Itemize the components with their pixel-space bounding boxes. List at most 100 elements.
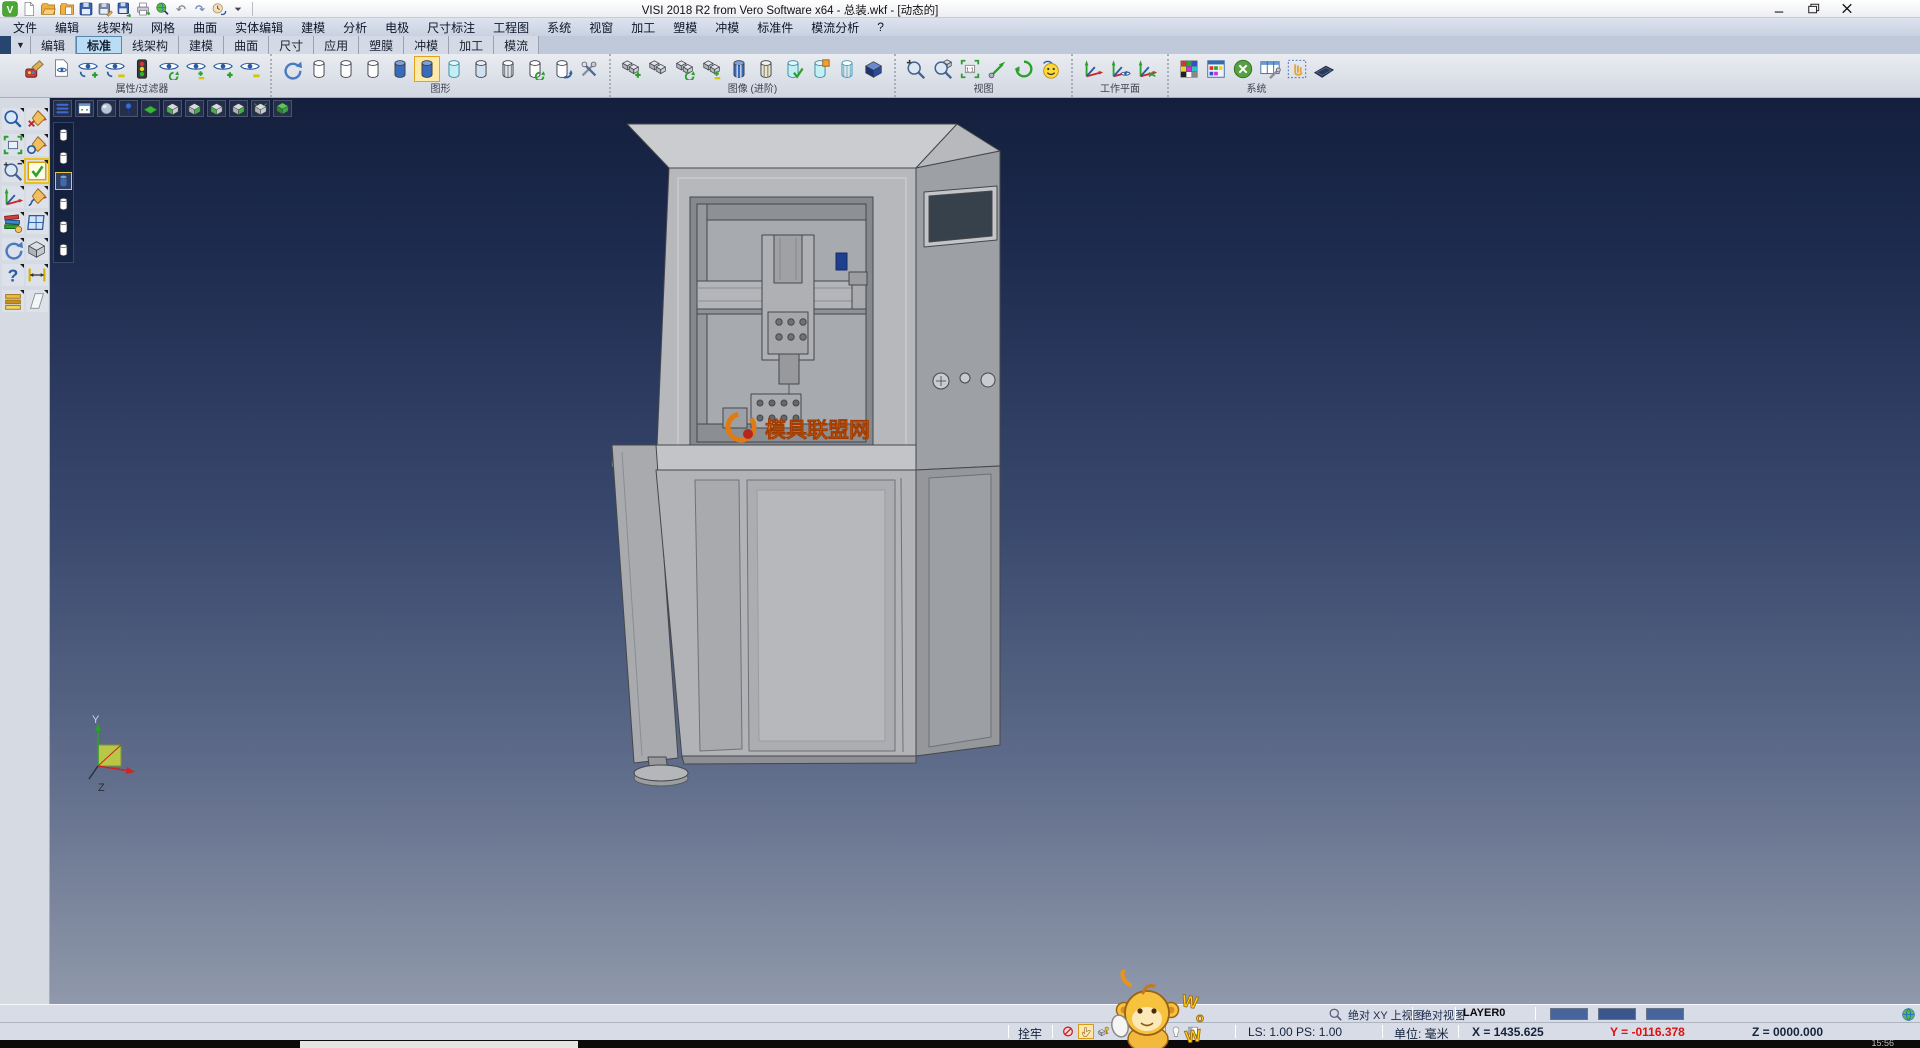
solid-tag-icon[interactable]: [807, 56, 833, 82]
menu-item-17[interactable]: 标准件: [748, 19, 802, 36]
solid-cube-icon[interactable]: [861, 56, 887, 82]
system-settings-icon[interactable]: [1230, 56, 1256, 82]
redraw-icon[interactable]: [279, 56, 305, 82]
erase-tool-icon[interactable]: [26, 108, 48, 130]
shaded-edges-view-icon[interactable]: [414, 56, 440, 82]
table-settings-icon[interactable]: [1257, 56, 1283, 82]
wireframe-view-icon[interactable]: [306, 56, 332, 82]
tab-7[interactable]: 应用: [314, 36, 359, 54]
layer-manager-icon[interactable]: [2, 212, 24, 234]
regen-solid-icon[interactable]: [522, 56, 548, 82]
tab-dropdown-button[interactable]: ▼: [11, 36, 31, 54]
help-tool-icon[interactable]: ?: [2, 264, 24, 286]
view-settings-icon[interactable]: [576, 56, 602, 82]
spline-tool-icon[interactable]: [26, 186, 48, 208]
attribute-change-icon[interactable]: [21, 56, 47, 82]
cnc-machine-model[interactable]: [612, 124, 1000, 786]
menu-item-14[interactable]: 加工: [622, 19, 664, 36]
close-button[interactable]: [1830, 0, 1864, 17]
ucs-axis-icon[interactable]: [2, 186, 24, 208]
menu-item-7[interactable]: 建模: [292, 19, 334, 36]
menu-item-3[interactable]: 线架构: [88, 19, 142, 36]
menu-item-12[interactable]: 系统: [538, 19, 580, 36]
tab-1[interactable]: 编辑: [31, 36, 76, 54]
os-taskbar[interactable]: 15:56: [0, 1040, 1920, 1048]
tab-11[interactable]: 模流: [494, 36, 539, 54]
selection-settings-icon[interactable]: [1284, 56, 1310, 82]
maximize-button[interactable]: [1796, 0, 1830, 17]
menu-item-6[interactable]: 实体编辑: [226, 19, 292, 36]
menu-item-11[interactable]: 工程图: [484, 19, 538, 36]
hidden-line-view-icon[interactable]: [333, 56, 359, 82]
sheet-icon[interactable]: [26, 290, 48, 312]
zoom-window-icon[interactable]: [930, 56, 956, 82]
menu-item-2[interactable]: 编辑: [46, 19, 88, 36]
modify-tool-icon[interactable]: [26, 134, 48, 156]
solid-preview-icon[interactable]: [26, 238, 48, 260]
workplane-icon[interactable]: [1080, 56, 1106, 82]
cad-scene[interactable]: 模具联盟网 Y Z: [50, 98, 1920, 1004]
hide-all-icon[interactable]: [237, 56, 263, 82]
filter-traffic-icon[interactable]: [129, 56, 155, 82]
show-hide-icon[interactable]: [183, 56, 209, 82]
adv-filter-icon[interactable]: [645, 56, 671, 82]
menu-item-1[interactable]: 文件: [4, 19, 46, 36]
pan-icon[interactable]: [984, 56, 1010, 82]
tab-5[interactable]: 曲面: [224, 36, 269, 54]
tab-4[interactable]: 建模: [179, 36, 224, 54]
solid-stripe-blue-icon[interactable]: [726, 56, 752, 82]
menu-item-19[interactable]: ?: [868, 20, 893, 34]
flat-view-icon[interactable]: [468, 56, 494, 82]
search-icon[interactable]: [1328, 1007, 1343, 1022]
snap-toggle-icon[interactable]: [1060, 1024, 1076, 1039]
menu-item-5[interactable]: 曲面: [184, 19, 226, 36]
regen-icon[interactable]: [2, 238, 24, 260]
tab-2[interactable]: 标准: [76, 36, 122, 54]
zoom-fit-icon[interactable]: 1:1: [957, 56, 983, 82]
adv-refresh-icon[interactable]: [672, 56, 698, 82]
copy-view-icon[interactable]: [549, 56, 575, 82]
menu-item-10[interactable]: 尺寸标注: [418, 19, 484, 36]
tab-3[interactable]: 线架构: [122, 36, 179, 54]
display-settings-icon[interactable]: [1203, 56, 1229, 82]
minimize-button[interactable]: [1762, 0, 1796, 17]
show-all-icon[interactable]: [210, 56, 236, 82]
tab-8[interactable]: 塑膜: [359, 36, 404, 54]
tab-10[interactable]: 加工: [449, 36, 494, 54]
view-mode-label[interactable]: 绝对视图: [1421, 1007, 1465, 1023]
color-swatch-3[interactable]: [1646, 1008, 1684, 1020]
color-swatch-1[interactable]: [1550, 1008, 1588, 1020]
zoom-in-icon[interactable]: [903, 56, 929, 82]
menu-item-16[interactable]: 冲模: [706, 19, 748, 36]
attribute-copy-icon[interactable]: [48, 56, 74, 82]
solid-stripe-icon[interactable]: [753, 56, 779, 82]
grid-settings-icon[interactable]: [1311, 56, 1337, 82]
fit-window-icon[interactable]: [2, 134, 24, 156]
zoom-tool-icon[interactable]: [2, 108, 24, 130]
solid-check-icon[interactable]: [780, 56, 806, 82]
tab-6[interactable]: 尺寸: [269, 36, 314, 54]
rotate-view-icon[interactable]: [1011, 56, 1037, 82]
translucent-view-icon[interactable]: [441, 56, 467, 82]
menu-item-15[interactable]: 塑模: [664, 19, 706, 36]
adv-show-hide-icon[interactable]: [699, 56, 725, 82]
menu-item-8[interactable]: 分析: [334, 19, 376, 36]
globe-icon[interactable]: [1901, 1007, 1916, 1022]
render-mode-icon[interactable]: [1038, 56, 1064, 82]
active-layer-label[interactable]: LAYER0: [1463, 1007, 1505, 1019]
zoom-scale-icon[interactable]: [2, 160, 24, 182]
color-palette-icon[interactable]: [1176, 56, 1202, 82]
workplane-align-icon[interactable]: [1134, 56, 1160, 82]
solid-wire-cyan-icon[interactable]: [834, 56, 860, 82]
grid-window-icon[interactable]: [26, 212, 48, 234]
workplane-view-icon[interactable]: [1107, 56, 1133, 82]
viewport-3d[interactable]: 模具联盟网 Y Z: [50, 98, 1920, 1004]
taskbar-app-segment[interactable]: [300, 1041, 578, 1048]
dashed-hidden-view-icon[interactable]: [360, 56, 386, 82]
menu-item-4[interactable]: 网格: [142, 19, 184, 36]
show-add-icon[interactable]: [75, 56, 101, 82]
refresh-visibility-icon[interactable]: [156, 56, 182, 82]
menu-item-18[interactable]: 模流分析: [802, 19, 868, 36]
color-swatch-2[interactable]: [1598, 1008, 1636, 1020]
confirm-tool-icon[interactable]: [26, 160, 48, 182]
